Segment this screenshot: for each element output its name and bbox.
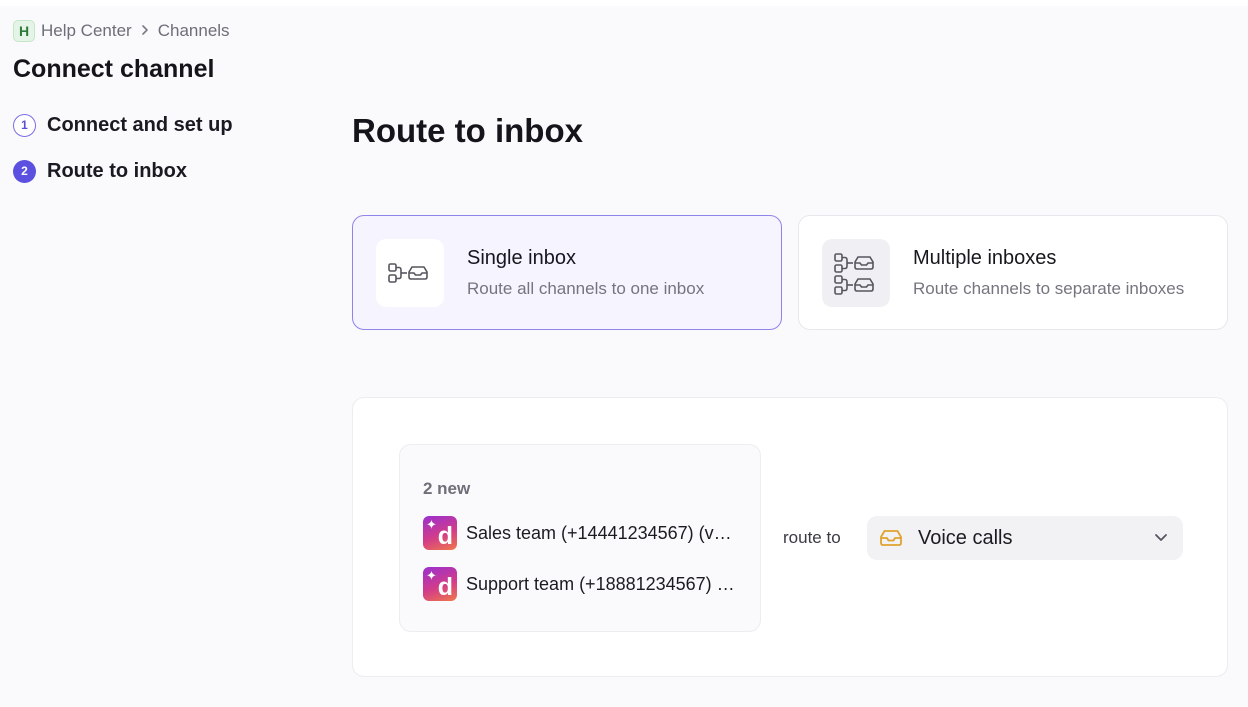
- step-label: Connect and set up: [47, 113, 233, 136]
- breadcrumb-workspace[interactable]: Help Center: [41, 21, 132, 41]
- step-number: 1: [13, 113, 36, 137]
- top-bar: [0, 0, 1248, 6]
- step-route[interactable]: 2 Route to inbox: [13, 158, 233, 184]
- step-list: 1 Connect and set up 2 Route to inbox: [13, 112, 233, 204]
- option-subtitle: Route channels to separate inboxes: [913, 278, 1185, 298]
- page-title: Connect channel: [13, 55, 215, 83]
- step-connect[interactable]: 1 Connect and set up: [13, 112, 233, 138]
- breadcrumb: H Help Center Channels: [13, 20, 230, 42]
- option-title: Multiple inboxes: [913, 246, 1057, 269]
- inbox-select[interactable]: Voice calls: [867, 516, 1183, 560]
- inbox-icon: [880, 530, 902, 546]
- dialpad-logo-icon: ✦ d: [423, 516, 457, 550]
- routing-panel: 2 new ✦ d Sales team (+14441234567) (v… ✦…: [352, 397, 1228, 677]
- route-to-label: route to: [783, 528, 841, 547]
- step-label: Route to inbox: [47, 159, 187, 182]
- multi-route-icon: [822, 238, 890, 307]
- multiple-inboxes-option[interactable]: Multiple inboxes Route channels to separ…: [798, 215, 1228, 330]
- breadcrumb-current[interactable]: Channels: [158, 21, 230, 41]
- chevron-down-icon: [1155, 534, 1167, 541]
- chevron-right-icon: [140, 23, 150, 40]
- option-subtitle: Route all channels to one inbox: [467, 278, 705, 298]
- channel-row: ✦ d Support team (+18881234567) …: [423, 567, 743, 601]
- channel-name: Support team (+18881234567) …: [466, 573, 735, 594]
- channel-row: ✦ d Sales team (+14441234567) (v…: [423, 516, 743, 550]
- single-route-icon: [376, 238, 444, 307]
- dialpad-logo-icon: ✦ d: [423, 567, 457, 601]
- step-number: 2: [13, 159, 36, 183]
- selected-inbox: Voice calls: [918, 526, 1013, 549]
- workspace-badge[interactable]: H: [13, 20, 35, 42]
- new-channels-box: 2 new ✦ d Sales team (+14441234567) (v… ✦…: [399, 444, 761, 632]
- option-title: Single inbox: [467, 246, 576, 269]
- single-inbox-option[interactable]: Single inbox Route all channels to one i…: [352, 215, 782, 330]
- section-title: Route to inbox: [352, 112, 583, 149]
- new-count-label: 2 new: [423, 479, 471, 498]
- channel-name: Sales team (+14441234567) (v…: [466, 522, 732, 543]
